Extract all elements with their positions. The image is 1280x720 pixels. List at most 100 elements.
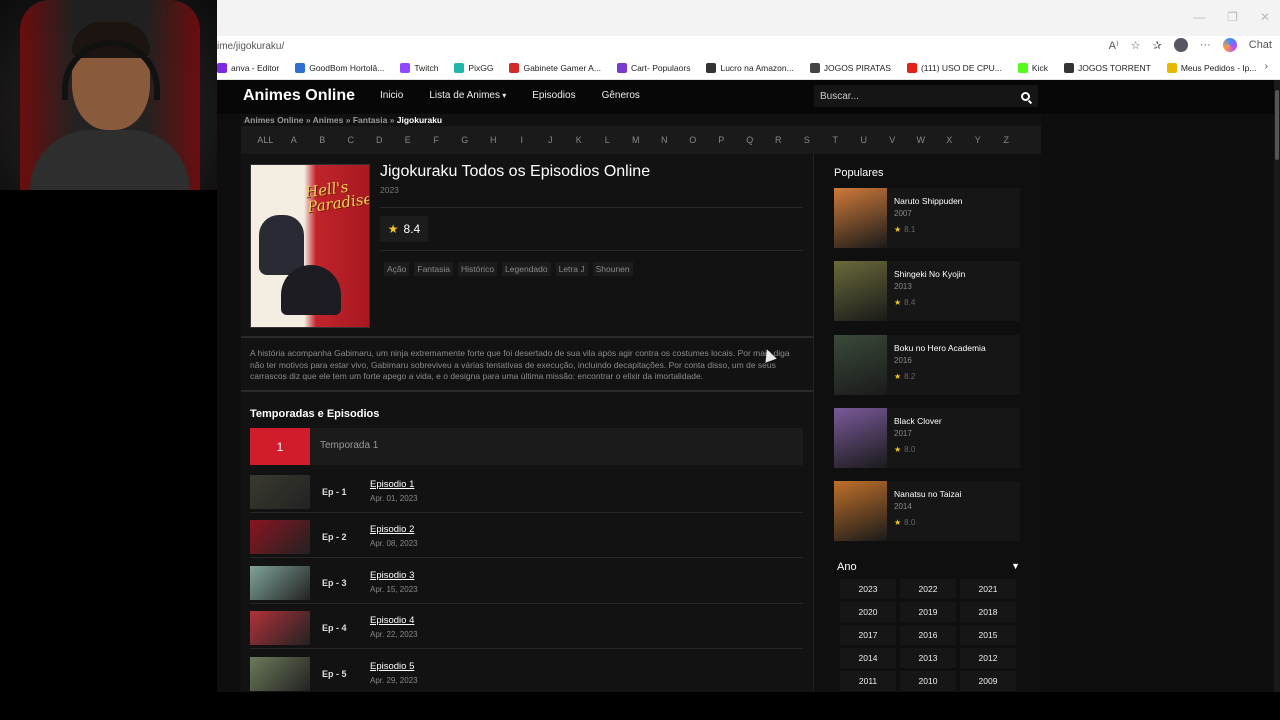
alphabet-letter[interactable]: V <box>878 135 907 145</box>
bookmark-item[interactable]: Kick <box>1017 62 1048 73</box>
alphabet-letter[interactable]: F <box>422 135 451 145</box>
year-button[interactable]: 2023 <box>840 579 896 599</box>
year-button[interactable]: 2019 <box>900 602 956 622</box>
episode-thumbnail[interactable] <box>250 565 310 600</box>
url-text[interactable]: ime/jigokuraku/ <box>217 41 284 52</box>
popular-cover[interactable] <box>834 407 887 468</box>
episode-title-link[interactable]: Episodio 1 <box>370 479 414 490</box>
popular-item[interactable]: Shingeki No Kyojin 2013 ★ 8.4 <box>834 261 1020 322</box>
alphabet-letter[interactable]: Y <box>964 135 993 145</box>
episode-thumbnail[interactable] <box>250 611 310 646</box>
alphabet-letter[interactable]: K <box>565 135 594 145</box>
year-button[interactable]: 2018 <box>960 602 1016 622</box>
bookmark-item[interactable]: Twitch <box>400 62 438 73</box>
year-button[interactable]: 2011 <box>840 671 896 691</box>
popular-title[interactable]: Nanatsu no Taizai <box>894 489 961 499</box>
popular-item[interactable]: Nanatsu no Taizai 2014 ★ 8.0 <box>834 481 1020 542</box>
site-logo[interactable]: Animes Online <box>243 87 355 105</box>
copilot-icon[interactable] <box>1222 38 1237 52</box>
alphabet-letter[interactable]: O <box>679 135 708 145</box>
episode-thumbnail[interactable] <box>250 475 310 509</box>
search-input[interactable]: Buscar... <box>814 85 1038 107</box>
alphabet-letter[interactable]: H <box>479 135 508 145</box>
breadcrumb-animes[interactable]: Animes <box>313 115 344 125</box>
popular-title[interactable]: Black Clover <box>894 416 942 426</box>
breadcrumb-fantasia[interactable]: Fantasia <box>353 115 388 125</box>
bookmarks-more-icon[interactable]: › <box>1265 61 1268 72</box>
episode-title-link[interactable]: Episodio 2 <box>370 524 414 535</box>
alphabet-letter[interactable]: T <box>821 135 850 145</box>
episode-title-link[interactable]: Episodio 3 <box>370 570 414 581</box>
popular-cover[interactable] <box>834 188 887 248</box>
season-header[interactable]: 1 Temporada 1 <box>250 428 803 465</box>
episode-row[interactable]: Ep - 2 Episodio 2 Apr. 08, 2023 <box>250 518 803 559</box>
bookmark-item[interactable]: Gabinete Gamer A... <box>509 62 601 73</box>
chat-label[interactable]: Chat <box>1249 39 1272 51</box>
year-button[interactable]: 2014 <box>840 648 896 668</box>
popular-cover[interactable] <box>834 481 887 542</box>
popular-cover[interactable] <box>834 261 887 322</box>
alphabet-letter[interactable]: D <box>365 135 394 145</box>
popular-item[interactable]: Boku no Hero Academia 2016 ★ 8.2 <box>834 334 1020 395</box>
nav-generos[interactable]: Gêneros <box>602 90 640 101</box>
popular-title[interactable]: Boku no Hero Academia <box>894 343 986 353</box>
episode-thumbnail[interactable] <box>250 520 310 555</box>
read-aloud-icon[interactable]: A⁾ <box>1109 39 1119 52</box>
favorite-star-icon[interactable]: ☆ <box>1131 39 1141 52</box>
bookmark-item[interactable]: Lucro na Amazon... <box>706 62 794 73</box>
year-button[interactable]: 2017 <box>840 625 896 645</box>
alphabet-letter[interactable]: L <box>593 135 622 145</box>
alphabet-letter[interactable]: N <box>650 135 679 145</box>
genre-tag[interactable]: Legendado <box>502 262 551 276</box>
alphabet-letter[interactable]: W <box>907 135 936 145</box>
episode-title-link[interactable]: Episodio 5 <box>370 661 414 672</box>
popular-title[interactable]: Naruto Shippuden <box>894 196 963 206</box>
genre-tag[interactable]: Fantasia <box>414 262 453 276</box>
favorites-icon[interactable]: ✰ <box>1153 39 1162 52</box>
search-icon[interactable] <box>1021 91 1030 101</box>
address-bar[interactable]: ime/jigokuraku/ A⁾ ☆ ✰ ··· Chat <box>217 36 1280 56</box>
episode-row[interactable]: Ep - 1 Episodio 1 Apr. 01, 2023 <box>250 473 803 513</box>
year-button[interactable]: 2010 <box>900 671 956 691</box>
episode-title-link[interactable]: Episodio 4 <box>370 615 414 626</box>
bookmark-item[interactable]: GoodBom Hortolâ... <box>295 62 384 73</box>
bookmark-item[interactable]: JOGOS TORRENT <box>1063 62 1151 73</box>
bookmark-item[interactable]: JOGOS PIRATAS <box>809 62 891 73</box>
year-button[interactable]: 2021 <box>960 579 1016 599</box>
season-label[interactable]: Temporada 1 <box>320 440 378 451</box>
alphabet-letter[interactable]: B <box>308 135 337 145</box>
nav-lista-de-animes[interactable]: Lista de Animes <box>429 90 506 101</box>
alphabet-letter[interactable]: X <box>935 135 964 145</box>
page-scrollbar[interactable] <box>1274 80 1280 692</box>
bookmark-item[interactable]: anva - Editor <box>217 62 279 73</box>
year-button[interactable]: 2020 <box>840 602 896 622</box>
more-menu-icon[interactable]: ··· <box>1200 39 1211 51</box>
alphabet-letter[interactable]: E <box>394 135 423 145</box>
year-button[interactable]: 2022 <box>900 579 956 599</box>
close-icon[interactable]: ✕ <box>1260 10 1270 24</box>
breadcrumb-home[interactable]: Animes Online <box>244 115 304 125</box>
popular-cover[interactable] <box>834 334 887 395</box>
genre-tag[interactable]: Ação <box>384 262 410 276</box>
popular-title[interactable]: Shingeki No Kyojin <box>894 269 965 279</box>
bookmark-item[interactable]: PixGG <box>454 62 493 73</box>
nav-episodios[interactable]: Episodios <box>532 90 575 101</box>
year-button[interactable]: 2012 <box>960 648 1016 668</box>
genre-tag[interactable]: Shounen <box>592 262 633 276</box>
alphabet-letter[interactable]: R <box>764 135 793 145</box>
restore-icon[interactable]: ❐ <box>1227 10 1238 24</box>
alphabet-letter[interactable]: G <box>451 135 480 145</box>
nav-inicio[interactable]: Inicio <box>380 90 403 101</box>
alphabet-letter[interactable]: I <box>508 135 537 145</box>
year-button[interactable]: 2009 <box>960 671 1016 691</box>
year-button[interactable]: 2016 <box>900 625 956 645</box>
alphabet-letter[interactable]: A <box>280 135 309 145</box>
alphabet-letter[interactable]: J <box>536 135 565 145</box>
year-button[interactable]: 2015 <box>960 625 1016 645</box>
alphabet-letter[interactable]: P <box>707 135 736 145</box>
genre-tag[interactable]: Histórico <box>457 262 498 276</box>
alphabet-letter[interactable]: Z <box>992 135 1021 145</box>
profile-avatar-icon[interactable] <box>1173 38 1188 52</box>
episode-row[interactable]: Ep - 5 Episodio 5 Apr. 29, 2023 <box>250 655 803 692</box>
episode-thumbnail[interactable] <box>250 656 310 691</box>
